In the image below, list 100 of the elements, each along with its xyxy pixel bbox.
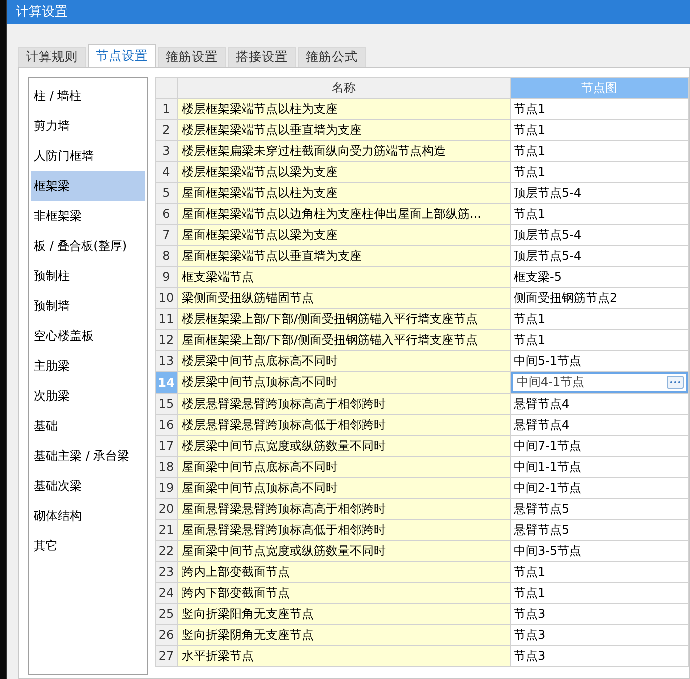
table-cell: 水平折梁节点 [178, 646, 510, 666]
table-cell: 屋面悬臂梁悬臂跨顶标高高于相邻跨时 [178, 498, 510, 520]
table-cell: 中间7-1节点 [510, 436, 688, 456]
table-cell: 框支梁端节点 [178, 266, 510, 288]
row-number[interactable]: 12 [156, 330, 178, 350]
row-number[interactable]: 2 [156, 120, 178, 140]
table-cell: 节点1 [510, 98, 688, 120]
corner-header [156, 78, 178, 98]
table-cell: 节点3 [510, 646, 688, 666]
row-number[interactable]: 11 [156, 308, 178, 330]
category-item[interactable]: 基础主梁 / 承台梁 [31, 441, 145, 471]
category-item[interactable]: 主肋梁 [31, 351, 145, 381]
table-cell: 屋面框架梁端节点以柱为支座 [178, 182, 510, 204]
row-number[interactable]: 3 [156, 140, 178, 162]
node-editor-field[interactable]: 中间4-1节点 [511, 372, 688, 393]
row-number[interactable]: 8 [156, 246, 178, 266]
category-item[interactable]: 框架梁 [31, 171, 145, 201]
table-cell: 中间2-1节点 [510, 478, 688, 498]
table-cell: 节点1 [510, 204, 688, 224]
table-cell: 跨内上部变截面节点 [178, 562, 510, 582]
table-cell: 顶层节点5-4 [510, 182, 688, 204]
table-cell: 屋面框架梁端节点以垂直墙为支座 [178, 246, 510, 266]
category-item[interactable]: 砌体结构 [31, 501, 145, 531]
table-cell: 悬臂节点5 [510, 520, 688, 540]
table-cell: 屋面梁中间节点顶标高不同时 [178, 478, 510, 498]
row-number[interactable]: 27 [156, 646, 178, 666]
tab[interactable]: 节点设置 [88, 44, 156, 67]
row-number[interactable]: 21 [156, 520, 178, 540]
table-cell: 楼层梁中间节点顶标高不同时 [178, 372, 510, 394]
category-item[interactable]: 剪力墙 [31, 111, 145, 141]
table-cell: 楼层框架扁梁未穿过柱截面纵向受力筋端节点构造 [178, 140, 510, 162]
table-cell: 屋面框架梁端节点以梁为支座 [178, 224, 510, 246]
category-item[interactable]: 非框架梁 [31, 201, 145, 231]
row-number[interactable]: 17 [156, 436, 178, 456]
table-cell: 竖向折梁阳角无支座节点 [178, 604, 510, 624]
row-number[interactable]: 16 [156, 414, 178, 436]
table-cell: 中间5-1节点 [510, 350, 688, 372]
table-cell: 屋面梁中间节点宽度或纵筋数量不同时 [178, 540, 510, 562]
table-cell: 楼层框架梁端节点以梁为支座 [178, 162, 510, 182]
table-cell: 悬臂节点4 [510, 414, 688, 436]
row-number[interactable]: 25 [156, 604, 178, 624]
table-cell: 节点1 [510, 162, 688, 182]
table-cell: 节点3 [510, 624, 688, 646]
row-number[interactable]: 1 [156, 98, 178, 120]
table-cell: 节点1 [510, 582, 688, 604]
table-cell: 梁侧面受扭纵筋锚固节点 [178, 288, 510, 308]
category-item[interactable]: 其它 [31, 531, 145, 561]
row-number[interactable]: 9 [156, 266, 178, 288]
table-cell: 悬臂节点4 [510, 394, 688, 414]
table-cell: 节点1 [510, 140, 688, 162]
row-number[interactable]: 26 [156, 624, 178, 646]
tab[interactable]: 计算规则 [18, 47, 86, 67]
category-item[interactable]: 板 / 叠合板(整厚) [31, 231, 145, 261]
category-item[interactable]: 柱 / 墙柱 [31, 81, 145, 111]
tab[interactable]: 搭接设置 [228, 47, 296, 67]
row-number[interactable]: 24 [156, 582, 178, 604]
category-item[interactable]: 基础 [31, 411, 145, 441]
row-number[interactable]: 18 [156, 456, 178, 478]
table-cell: 屋面梁中间节点底标高不同时 [178, 456, 510, 478]
table-cell: 屋面框架梁上部/下部/侧面受扭钢筋锚入平行墙支座节点 [178, 330, 510, 350]
window-title: 计算设置 [7, 0, 690, 24]
table-cell: 节点1 [510, 562, 688, 582]
category-item[interactable]: 预制墙 [31, 291, 145, 321]
table-cell: 楼层梁中间节点宽度或纵筋数量不同时 [178, 436, 510, 456]
table-cell: 竖向折梁阴角无支座节点 [178, 624, 510, 646]
column-header[interactable]: 名称 [178, 78, 510, 98]
row-number[interactable]: 5 [156, 182, 178, 204]
table-cell: 跨内下部变截面节点 [178, 582, 510, 604]
table-cell: 楼层框架梁端节点以垂直墙为支座 [178, 120, 510, 140]
table-cell: 节点1 [510, 120, 688, 140]
ellipsis-icon [670, 381, 681, 384]
table-cell: 节点1 [510, 330, 688, 350]
table-cell: 节点1 [510, 308, 688, 330]
category-item[interactable]: 预制柱 [31, 261, 145, 291]
category-item[interactable]: 人防门框墙 [31, 141, 145, 171]
row-number[interactable]: 23 [156, 562, 178, 582]
table-cell: 中间1-1节点 [510, 456, 688, 478]
table-cell: 侧面受扭钢筋节点2 [510, 288, 688, 308]
row-number[interactable]: 7 [156, 224, 178, 246]
row-number[interactable]: 15 [156, 394, 178, 414]
row-number[interactable]: 4 [156, 162, 178, 182]
row-number[interactable]: 20 [156, 498, 178, 520]
more-button[interactable] [667, 376, 684, 389]
table-cell: 楼层梁中间节点底标高不同时 [178, 350, 510, 372]
table-cell: 屋面框架梁端节点以边角柱为支座柱伸出屋面上部纵筋... [178, 204, 510, 224]
row-number[interactable]: 19 [156, 478, 178, 498]
tab[interactable]: 箍筋设置 [158, 47, 226, 67]
table-cell: 楼层悬臂梁悬臂跨顶标高高于相邻跨时 [178, 394, 510, 414]
category-item[interactable]: 次肋梁 [31, 381, 145, 411]
category-item[interactable]: 空心楼盖板 [31, 321, 145, 351]
tab[interactable]: 箍筋公式 [298, 47, 366, 67]
table-cell: 顶层节点5-4 [510, 246, 688, 266]
category-item[interactable]: 基础次梁 [31, 471, 145, 501]
table-cell: 楼层悬臂梁悬臂跨顶标高低于相邻跨时 [178, 414, 510, 436]
row-number[interactable]: 13 [156, 350, 178, 372]
row-number[interactable]: 10 [156, 288, 178, 308]
table-cell: 悬臂节点5 [510, 498, 688, 520]
row-number[interactable]: 22 [156, 540, 178, 562]
table-cell: 框支梁-5 [510, 266, 688, 288]
row-number[interactable]: 6 [156, 204, 178, 224]
